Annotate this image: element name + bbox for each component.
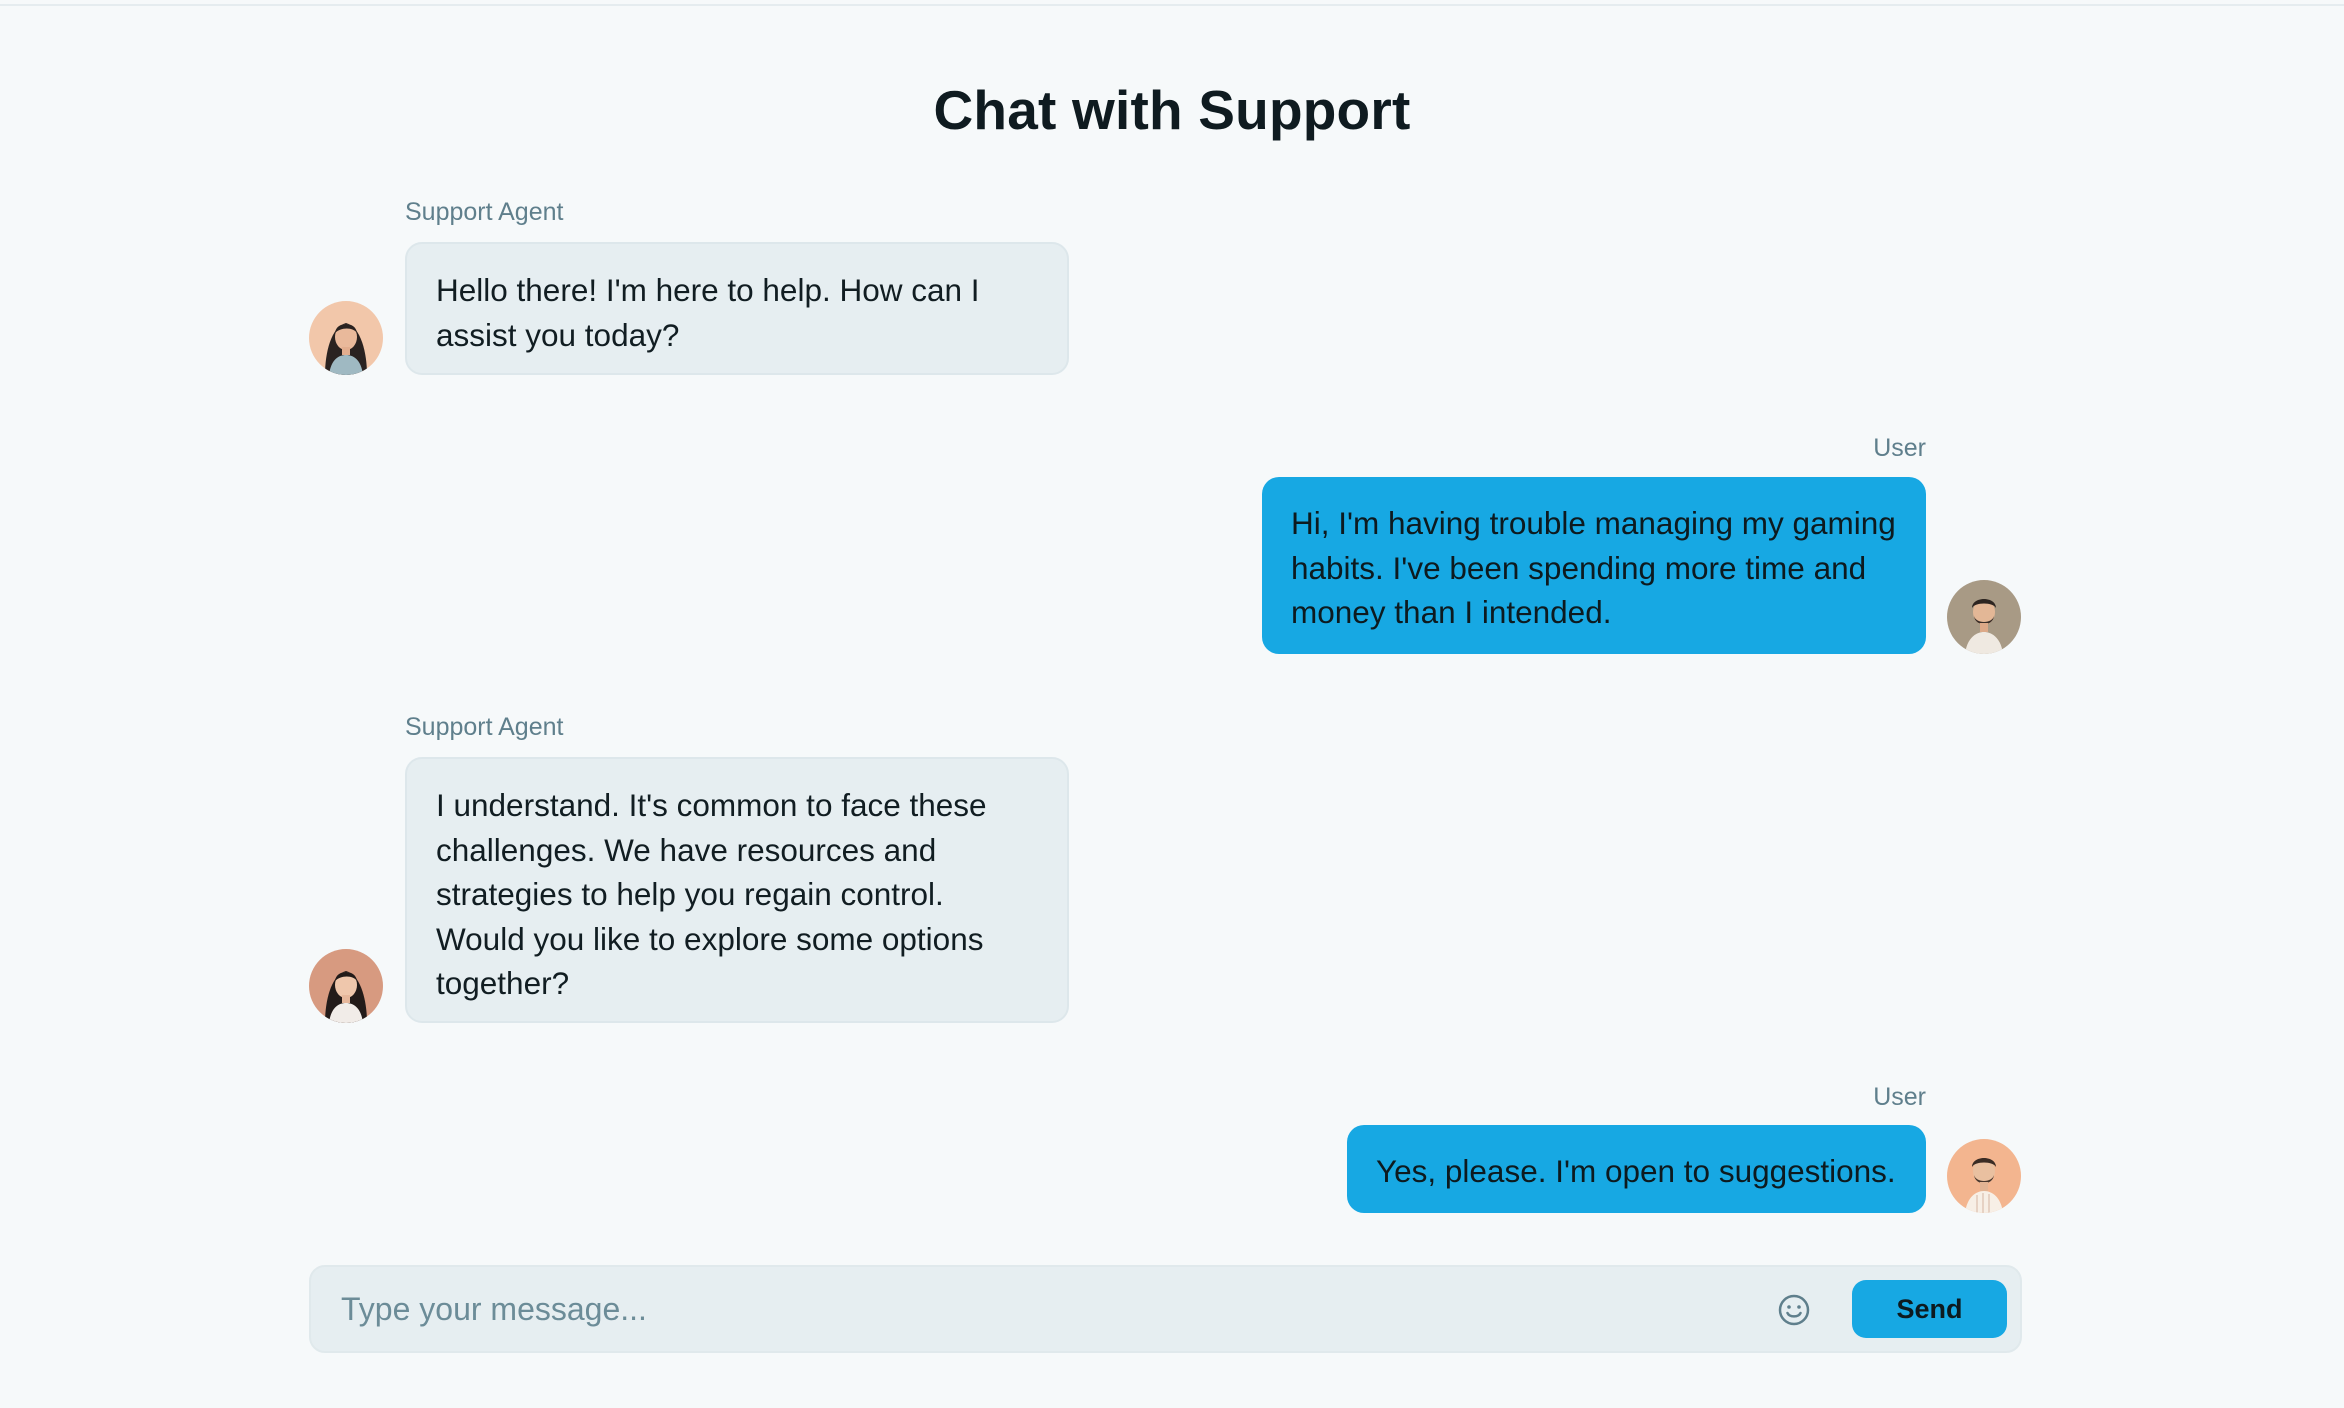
send-button[interactable]: Send bbox=[1852, 1280, 2007, 1338]
page-title: Chat with Support bbox=[933, 79, 1411, 141]
agent-message-bubble: Hello there! I'm here to help. How can I… bbox=[405, 242, 1069, 375]
message-input[interactable] bbox=[341, 1281, 1741, 1337]
agent-message-bubble: I understand. It's common to face these … bbox=[405, 757, 1069, 1023]
message-sender-label: User bbox=[1873, 434, 1926, 462]
user-message-bubble: Hi, I'm having trouble managing my gamin… bbox=[1262, 477, 1926, 654]
message-composer: Send bbox=[309, 1265, 2022, 1353]
smiley-face-icon[interactable] bbox=[1776, 1292, 1812, 1328]
user-avatar bbox=[1947, 1139, 2021, 1213]
message-sender-label: User bbox=[1873, 1083, 1926, 1111]
top-divider bbox=[0, 0, 2344, 6]
message-sender-label: Support Agent bbox=[405, 198, 564, 226]
user-avatar bbox=[1947, 580, 2021, 654]
support-agent-avatar bbox=[309, 301, 383, 375]
message-sender-label: Support Agent bbox=[405, 713, 564, 741]
support-agent-avatar bbox=[309, 949, 383, 1023]
user-message-bubble: Yes, please. I'm open to suggestions. bbox=[1347, 1125, 1926, 1213]
